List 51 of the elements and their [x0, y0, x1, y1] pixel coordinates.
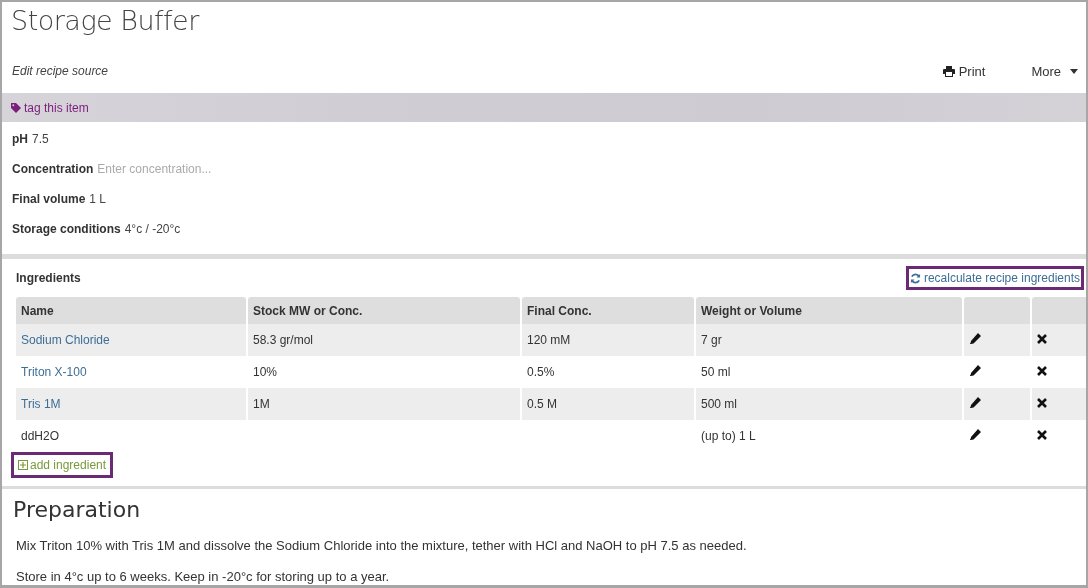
add-ingredient-link[interactable]: add ingredient: [11, 452, 114, 478]
printer-icon: [942, 65, 955, 77]
property-value[interactable]: 1 L: [89, 192, 107, 206]
pencil-icon[interactable]: [969, 332, 981, 345]
property-value[interactable]: 7.5: [32, 132, 49, 146]
tag-icon: [11, 102, 21, 113]
table-cell: 7 gr: [696, 324, 962, 356]
property-label: pH: [12, 132, 28, 146]
table-cell-text: 10%: [252, 364, 279, 381]
section-heading: Ingredients: [16, 271, 81, 285]
column-header: Final Conc.: [522, 297, 694, 324]
edit-source-link[interactable]: Edit recipe source: [12, 64, 943, 78]
column-header: [1032, 297, 1086, 324]
table-cell: 500 ml: [696, 388, 962, 420]
ingredient-link[interactable]: Triton X-100: [16, 356, 246, 388]
column-header: Name: [16, 297, 246, 324]
delete-icon[interactable]: [1037, 398, 1047, 408]
table-cell: 1M: [248, 388, 520, 420]
property-value[interactable]: 4°c / -20°c: [124, 222, 181, 236]
table-cell: 0.5 M: [522, 388, 694, 420]
more-menu-button[interactable]: More: [1031, 63, 1078, 79]
ingredient-link[interactable]: Sodium Chloride: [16, 324, 246, 356]
paragraph: Store in 4°c up to 6 weeks. Keep in -20°c for storing up to a year.: [16, 568, 391, 585]
table-cell-text: ddH2O: [20, 428, 61, 445]
delete-icon[interactable]: [1037, 334, 1047, 344]
print-button[interactable]: Print: [942, 63, 986, 79]
table-cell-text: (up to) 1 L: [700, 428, 757, 445]
delete-icon[interactable]: [1037, 430, 1047, 440]
table-cell-text: 0.5%: [526, 364, 556, 381]
caret-icon: [1070, 68, 1078, 74]
refresh-icon: [909, 272, 921, 284]
property-label: Storage conditions: [12, 222, 121, 236]
column-header: Weight or Volume: [696, 297, 962, 324]
table-cell: 58.3 gr/mol: [248, 324, 520, 356]
ingredient-link[interactable]: Tris 1M: [16, 388, 246, 420]
pencil-icon[interactable]: [969, 396, 981, 409]
column-header: [964, 297, 1030, 324]
section-heading: Preparation: [13, 497, 142, 522]
tag-link[interactable]: tag this item: [11, 100, 89, 115]
property-label: Concentration: [12, 162, 94, 176]
pencil-icon[interactable]: [969, 428, 981, 441]
property-label: Final volume: [12, 192, 86, 206]
delete-icon[interactable]: [1037, 366, 1047, 376]
plus-icon: [18, 460, 28, 470]
table-cell-text: 50 ml: [700, 364, 732, 381]
pencil-icon[interactable]: [969, 364, 981, 377]
paragraph: Mix Triton 10% with Tris 1M and dissolve the Sodium Chloride into the mixture, tether with HCl and NaOH to pH 7.5 as needed.: [16, 537, 748, 555]
table-cell: 120 mM: [522, 324, 694, 356]
page-title: Storage Buffer: [10, 4, 201, 38]
column-header: Stock MW or Conc.: [248, 297, 520, 324]
recalculate-link[interactable]: recalculate recipe ingredients: [905, 266, 1084, 290]
